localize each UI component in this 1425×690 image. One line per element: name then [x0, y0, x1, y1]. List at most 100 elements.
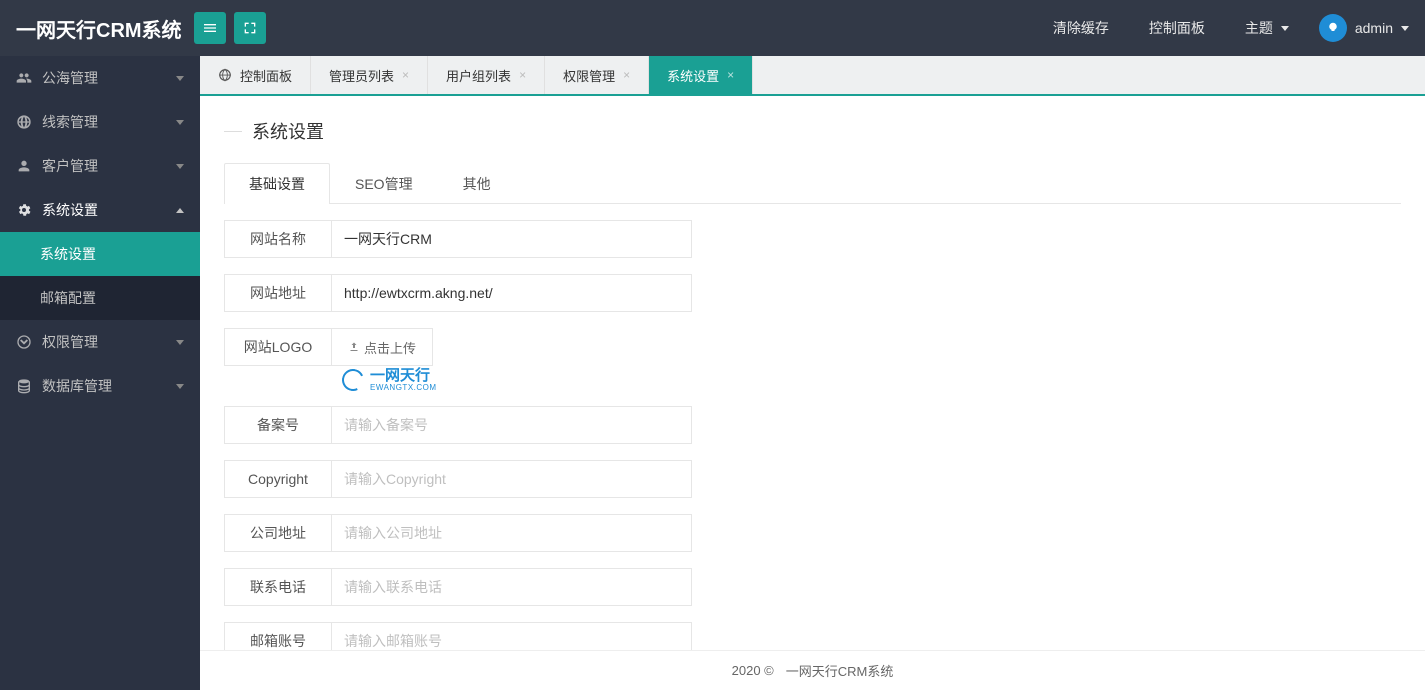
- user-name: admin: [1355, 20, 1393, 36]
- clear-cache-link[interactable]: 清除缓存: [1053, 18, 1109, 38]
- fullscreen-icon: [242, 20, 258, 36]
- fullscreen-button[interactable]: [234, 12, 266, 44]
- sidebar-item-xitong[interactable]: 系统设置: [0, 188, 200, 232]
- sidebar-item-label: 系统设置: [40, 244, 96, 264]
- tab-label: 管理员列表: [329, 66, 394, 85]
- chevron-down-icon: [176, 120, 184, 125]
- subtab-other[interactable]: 其他: [438, 163, 516, 204]
- chevron-up-icon: [176, 208, 184, 213]
- upload-button[interactable]: 点击上传: [332, 328, 433, 366]
- tab-admin-list[interactable]: 管理员列表 ×: [311, 56, 428, 94]
- row-site-logo: 网站LOGO 点击上传: [224, 328, 1401, 366]
- label-email: 邮箱账号: [224, 622, 332, 650]
- input-record[interactable]: [332, 406, 692, 444]
- label-site-name: 网站名称: [224, 220, 332, 258]
- close-icon[interactable]: ×: [402, 68, 409, 82]
- chevron-down-icon: [1281, 26, 1289, 31]
- close-icon[interactable]: ×: [727, 68, 734, 82]
- row-email: 邮箱账号: [224, 622, 1401, 650]
- row-site-url: 网站地址: [224, 274, 1401, 312]
- sidebar-sub-email-config[interactable]: 邮箱配置: [0, 276, 200, 320]
- chevron-down-icon: [1401, 26, 1409, 31]
- shield-icon: [16, 334, 32, 350]
- sidebar: 公海管理 线索管理 客户管理 系统设置 系统设置 邮箱配置 权限管理 数据库管理: [0, 56, 200, 690]
- row-phone: 联系电话: [224, 568, 1401, 606]
- sidebar-item-label: 线索管理: [42, 112, 98, 132]
- main: 控制面板 管理员列表 × 用户组列表 × 权限管理 × 系统设置 × 系统设置 …: [200, 56, 1425, 690]
- sidebar-item-label: 数据库管理: [42, 376, 112, 396]
- sidebar-item-label: 公海管理: [42, 68, 98, 88]
- page-title: 系统设置: [224, 118, 1401, 144]
- upload-label: 点击上传: [364, 338, 416, 357]
- upload-icon: [348, 341, 360, 353]
- footer: 2020 © 一网天行CRM系统: [200, 650, 1425, 690]
- sidebar-item-label: 客户管理: [42, 156, 98, 176]
- tab-control-panel[interactable]: 控制面板: [200, 56, 311, 94]
- label-address: 公司地址: [224, 514, 332, 552]
- chevron-down-icon: [176, 164, 184, 169]
- user-icon: [16, 158, 32, 174]
- tab-label: 控制面板: [240, 66, 292, 85]
- tab-permission[interactable]: 权限管理 ×: [545, 56, 649, 94]
- sidebar-item-database[interactable]: 数据库管理: [0, 364, 200, 408]
- sidebar-item-label: 系统设置: [42, 200, 98, 220]
- avatar-icon: [1324, 19, 1342, 37]
- users-icon: [16, 70, 32, 86]
- tab-bar: 控制面板 管理员列表 × 用户组列表 × 权限管理 × 系统设置 ×: [200, 56, 1425, 96]
- chevron-down-icon: [176, 384, 184, 389]
- menu-icon: [202, 20, 218, 36]
- sidebar-item-kehu[interactable]: 客户管理: [0, 144, 200, 188]
- footer-year: 2020 ©: [732, 663, 774, 678]
- label-site-url: 网站地址: [224, 274, 332, 312]
- logo-mark-icon: [339, 366, 367, 394]
- content: 系统设置 基础设置 SEO管理 其他 网站名称 网站地址 网站LOGO 点击上传…: [200, 96, 1425, 650]
- avatar: [1319, 14, 1347, 42]
- header: 一网天行CRM系统 清除缓存 控制面板 主题 admin: [0, 0, 1425, 56]
- tab-label: 用户组列表: [446, 66, 511, 85]
- subtab-basic[interactable]: 基础设置: [224, 163, 330, 204]
- logo-text: 一网天行: [370, 368, 437, 383]
- row-record: 备案号: [224, 406, 1401, 444]
- theme-label: 主题: [1245, 18, 1273, 38]
- theme-dropdown[interactable]: 主题: [1245, 18, 1289, 38]
- footer-text: 一网天行CRM系统: [786, 661, 894, 680]
- tab-label: 权限管理: [563, 66, 615, 85]
- brand-title: 一网天行CRM系统: [16, 14, 182, 43]
- label-site-logo: 网站LOGO: [224, 328, 332, 366]
- tab-label: 系统设置: [667, 66, 719, 85]
- logo-subtext: EWANGTX.COM: [370, 383, 437, 392]
- globe-icon: [16, 114, 32, 130]
- row-address: 公司地址: [224, 514, 1401, 552]
- input-address[interactable]: [332, 514, 692, 552]
- sidebar-item-gonghai[interactable]: 公海管理: [0, 56, 200, 100]
- sidebar-item-quanxian[interactable]: 权限管理: [0, 320, 200, 364]
- subtab-seo[interactable]: SEO管理: [330, 163, 438, 204]
- chevron-down-icon: [176, 76, 184, 81]
- logo-preview: 一网天行 EWANGTX.COM: [342, 368, 1401, 392]
- user-dropdown[interactable]: admin: [1355, 20, 1409, 36]
- input-site-url[interactable]: [332, 274, 692, 312]
- input-copyright[interactable]: [332, 460, 692, 498]
- tab-system-settings[interactable]: 系统设置 ×: [649, 56, 753, 94]
- menu-toggle-button[interactable]: [194, 12, 226, 44]
- globe-icon: [218, 68, 232, 82]
- row-site-name: 网站名称: [224, 220, 1401, 258]
- input-site-name[interactable]: [332, 220, 692, 258]
- close-icon[interactable]: ×: [519, 68, 526, 82]
- row-copyright: Copyright: [224, 460, 1401, 498]
- label-phone: 联系电话: [224, 568, 332, 606]
- sidebar-item-label: 权限管理: [42, 332, 98, 352]
- sidebar-item-xiansuo[interactable]: 线索管理: [0, 100, 200, 144]
- close-icon[interactable]: ×: [623, 68, 630, 82]
- control-panel-link[interactable]: 控制面板: [1149, 18, 1205, 38]
- input-phone[interactable]: [332, 568, 692, 606]
- input-email[interactable]: [332, 622, 692, 650]
- sidebar-sub-system-settings[interactable]: 系统设置: [0, 232, 200, 276]
- gear-icon: [16, 202, 32, 218]
- tab-usergroup-list[interactable]: 用户组列表 ×: [428, 56, 545, 94]
- chevron-down-icon: [176, 340, 184, 345]
- subtab-bar: 基础设置 SEO管理 其他: [224, 162, 1401, 204]
- sidebar-item-label: 邮箱配置: [40, 288, 96, 308]
- database-icon: [16, 378, 32, 394]
- label-record: 备案号: [224, 406, 332, 444]
